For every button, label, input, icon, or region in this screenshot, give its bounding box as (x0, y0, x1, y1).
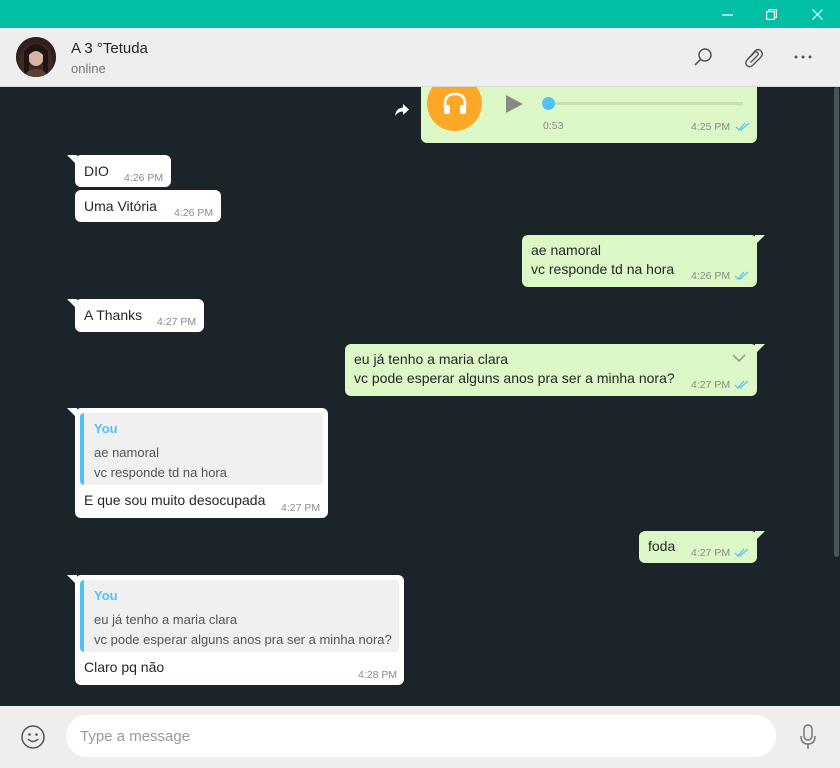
microphone-button[interactable] (798, 723, 818, 751)
avatar[interactable] (16, 37, 56, 77)
play-icon (506, 95, 523, 113)
attach-button[interactable] (741, 45, 765, 69)
message-bubble-in[interactable]: Uma Vitória 4:26 PM (75, 190, 221, 222)
close-icon (811, 8, 823, 20)
quote-text: ae namoral (94, 445, 160, 460)
quote-author: You (94, 421, 118, 436)
restore-button[interactable] (748, 0, 794, 28)
message-time: 4:25 PM (691, 121, 731, 133)
bubble-tail (755, 235, 765, 245)
quote-text: vc pode esperar alguns anos pra ser a mi… (94, 632, 392, 647)
message-bubble-in[interactable]: DIO 4:26 PM (67, 155, 171, 187)
forward-icon (395, 104, 409, 116)
message-time: 4:27 PM (691, 379, 731, 391)
more-button[interactable] (791, 45, 815, 69)
minimize-button[interactable] (704, 0, 750, 28)
message-text: DIO (84, 163, 109, 179)
message-list[interactable]: 0:53 4:25 PM DIO 4:26 PM Uma Vitória 4:2… (0, 87, 832, 706)
headphones-icon (443, 92, 466, 114)
contact-name[interactable]: A 3 °Tetuda (71, 40, 148, 57)
bubble-tail (67, 155, 77, 165)
message-text: ae namoral (531, 242, 602, 258)
bubble-tail (67, 408, 77, 418)
more-icon (794, 55, 812, 59)
message-time: 4:27 PM (281, 502, 321, 514)
bubble-tail (755, 344, 765, 354)
message-time: 4:26 PM (124, 172, 164, 184)
play-button[interactable] (503, 93, 525, 115)
message-bubble-in[interactable]: You ae namoral vc responde td na hora E … (67, 408, 328, 518)
read-ticks-icon (734, 271, 749, 280)
message-time: 4:27 PM (157, 316, 197, 328)
forward-button[interactable] (390, 98, 414, 122)
minimize-icon (721, 13, 733, 16)
message-text: foda (648, 538, 676, 554)
audio-progress-track[interactable] (549, 102, 743, 105)
bubble-tail (67, 299, 77, 309)
search-icon (694, 48, 712, 66)
voice-message[interactable]: 0:53 4:25 PM (421, 87, 757, 143)
quoted-message[interactable]: You eu já tenho a maria clara vc pode es… (80, 580, 399, 652)
chevron-down-icon[interactable] (732, 354, 746, 363)
message-time: 4:26 PM (174, 207, 214, 219)
quote-text: eu já tenho a maria clara (94, 612, 238, 627)
read-ticks-icon (734, 380, 749, 389)
message-text: E que sou muito desocupada (84, 492, 266, 508)
message-bubble-out[interactable]: ae namoral vc responde td na hora 4:26 P… (522, 235, 765, 287)
quote-text: vc responde td na hora (94, 465, 227, 480)
emoji-icon (21, 725, 45, 749)
audio-duration: 0:53 (543, 120, 564, 132)
audio-avatar (427, 87, 482, 131)
message-bubble-out[interactable]: eu já tenho a maria clara vc pode espera… (345, 344, 765, 396)
message-bubble-in[interactable]: A Thanks 4:27 PM (67, 299, 204, 332)
title-bar (0, 0, 840, 28)
message-text: Uma Vitória (84, 198, 157, 214)
message-text: vc responde td na hora (531, 261, 675, 277)
message-input[interactable] (66, 715, 776, 757)
contact-status: online (71, 61, 106, 76)
scrollbar[interactable] (832, 87, 840, 706)
restore-icon (765, 8, 777, 20)
audio-progress-knob[interactable] (542, 97, 555, 110)
message-time: 4:28 PM (358, 669, 398, 681)
message-time: 4:26 PM (691, 270, 731, 282)
read-ticks-icon (735, 122, 750, 131)
quoted-message[interactable]: You ae namoral vc responde td na hora (80, 413, 323, 485)
close-button[interactable] (794, 0, 840, 28)
message-text: A Thanks (84, 307, 143, 323)
quote-author: You (94, 588, 118, 603)
bubble-tail (755, 531, 765, 541)
message-text: eu já tenho a maria clara (354, 351, 509, 367)
contact-photo (16, 37, 56, 77)
message-text: Claro pq não (84, 659, 165, 675)
chat-header: A 3 °Tetuda online (0, 28, 840, 87)
message-text: vc pode esperar alguns anos pra ser a mi… (354, 370, 675, 386)
bubble-tail (67, 575, 77, 585)
message-time: 4:27 PM (691, 547, 731, 559)
message-bubble-in[interactable]: You eu já tenho a maria clara vc pode es… (67, 575, 404, 685)
search-button[interactable] (691, 45, 715, 69)
microphone-icon (800, 724, 816, 749)
message-composer (0, 706, 840, 768)
emoji-button[interactable] (20, 724, 46, 750)
read-ticks-icon (734, 548, 749, 557)
message-bubble-out[interactable]: foda 4:27 PM (639, 531, 765, 563)
paperclip-icon (745, 48, 763, 68)
scrollbar-thumb[interactable] (834, 87, 839, 557)
